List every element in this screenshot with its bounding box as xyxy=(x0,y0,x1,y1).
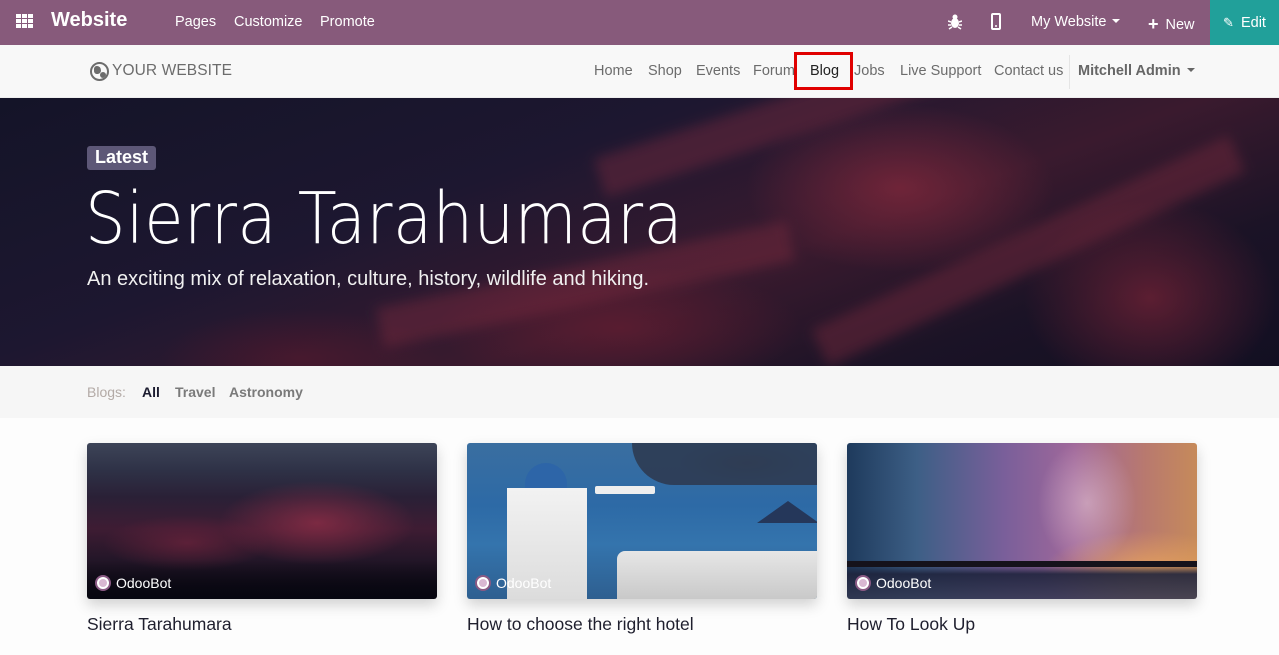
author-name: OdooBot xyxy=(496,575,552,591)
blogs-label: Blogs: xyxy=(87,384,126,400)
author-name: OdooBot xyxy=(116,575,172,591)
app-name[interactable]: Website xyxy=(51,9,127,32)
author-avatar-icon xyxy=(95,575,111,591)
filter-astronomy[interactable]: Astronomy xyxy=(229,384,303,400)
logo-text: YOUR WEBSITE xyxy=(112,62,233,79)
blog-post-card: OdooBot How to choose the right hotel xyxy=(467,443,817,655)
post-cover-image[interactable]: OdooBot xyxy=(87,443,437,599)
new-label: New xyxy=(1165,17,1195,33)
post-author: OdooBot xyxy=(855,575,931,591)
post-excerpt xyxy=(87,649,437,655)
site-header: YOUR WEBSITE Home Shop Events Forum Blog… xyxy=(0,45,1279,98)
author-name: OdooBot xyxy=(876,575,932,591)
bug-icon[interactable] xyxy=(948,13,962,30)
caret-down-icon xyxy=(1186,68,1195,72)
post-title[interactable]: How to choose the right hotel xyxy=(467,614,817,635)
author-avatar-icon xyxy=(475,575,491,591)
author-avatar-icon xyxy=(855,575,871,591)
user-menu[interactable]: Mitchell Admin xyxy=(1078,63,1195,79)
globe-icon xyxy=(90,61,109,81)
image-terrace-shape xyxy=(617,551,817,599)
nav-blog[interactable]: Blog xyxy=(810,63,839,79)
filter-all[interactable]: All xyxy=(142,384,160,400)
apps-menu-icon[interactable] xyxy=(16,14,33,29)
nav-jobs[interactable]: Jobs xyxy=(854,63,885,79)
menu-customize[interactable]: Customize xyxy=(234,14,303,30)
latest-badge: Latest xyxy=(87,146,157,170)
blog-post-card: OdooBot Sierra Tarahumara xyxy=(87,443,437,655)
post-title[interactable]: Sierra Tarahumara xyxy=(87,614,437,635)
image-umbrella-shape xyxy=(757,501,817,523)
admin-navbar: Website Pages Customize Promote My Websi… xyxy=(0,0,1279,45)
nav-contact-us[interactable]: Contact us xyxy=(994,63,1063,79)
nav-live-support[interactable]: Live Support xyxy=(900,63,981,79)
post-excerpt xyxy=(847,649,1197,655)
hero-subtitle: An exciting mix of relaxation, culture, … xyxy=(87,268,650,290)
user-name: Mitchell Admin xyxy=(1078,63,1181,79)
caret-down-icon xyxy=(1112,19,1121,23)
website-selector-label: My Website xyxy=(1031,14,1107,30)
hero-mountain-shape xyxy=(811,135,1246,366)
post-author: OdooBot xyxy=(95,575,171,591)
post-title[interactable]: How To Look Up xyxy=(847,614,1197,635)
post-cover-image[interactable]: OdooBot xyxy=(467,443,817,599)
nav-forum[interactable]: Forum xyxy=(753,63,795,79)
mobile-preview-icon[interactable] xyxy=(991,13,1001,30)
site-logo[interactable]: YOUR WEBSITE xyxy=(90,61,232,81)
edit-button[interactable]: ✎ Edit xyxy=(1210,0,1279,45)
post-cover-image[interactable]: OdooBot xyxy=(847,443,1197,599)
hero-title: Sierra Tarahumara xyxy=(85,177,684,260)
website-selector[interactable]: My Website xyxy=(1031,14,1121,30)
edit-label: Edit xyxy=(1240,14,1266,31)
menu-promote[interactable]: Promote xyxy=(320,14,375,30)
image-ship-shape xyxy=(595,486,655,494)
blog-post-card: OdooBot How To Look Up xyxy=(847,443,1197,655)
post-author: OdooBot xyxy=(475,575,551,591)
nav-shop[interactable]: Shop xyxy=(648,63,682,79)
blog-filter-bar: Blogs: All Travel Astronomy xyxy=(0,366,1279,418)
image-shoreline-shape xyxy=(847,561,1197,567)
image-island-shape xyxy=(632,443,817,485)
new-button[interactable]: + New xyxy=(1148,14,1195,35)
nav-divider xyxy=(1069,55,1070,89)
hero-banner[interactable]: Latest Sierra Tarahumara An exciting mix… xyxy=(0,98,1279,366)
menu-pages[interactable]: Pages xyxy=(175,14,216,30)
pencil-icon: ✎ xyxy=(1223,14,1234,30)
nav-home[interactable]: Home xyxy=(594,63,633,79)
plus-icon: + xyxy=(1148,14,1159,34)
filter-travel[interactable]: Travel xyxy=(175,384,215,400)
nav-events[interactable]: Events xyxy=(696,63,740,79)
post-excerpt xyxy=(467,649,817,655)
